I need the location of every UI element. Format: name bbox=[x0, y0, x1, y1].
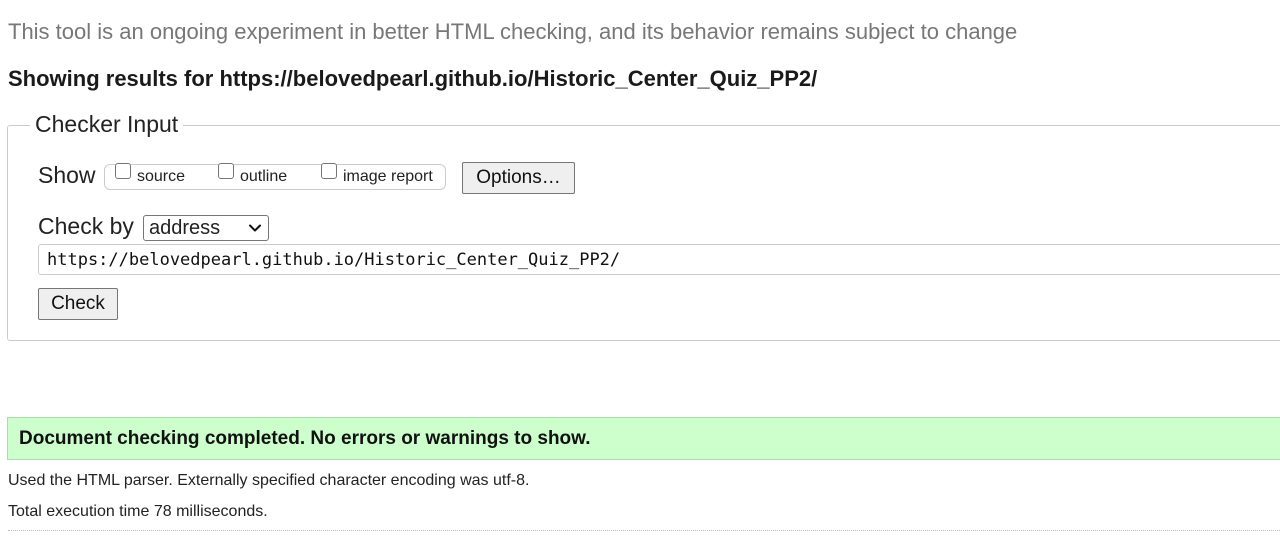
validator-page: This tool is an ongoing experiment in be… bbox=[0, 0, 1280, 560]
check-button[interactable]: Check bbox=[38, 288, 118, 320]
checker-input-legend: Checker Input bbox=[30, 111, 184, 138]
outline-checkbox[interactable] bbox=[218, 163, 234, 179]
source-label: source bbox=[137, 168, 186, 185]
show-image-report-option[interactable]: image report bbox=[321, 163, 433, 185]
check-by-value: address bbox=[149, 216, 221, 239]
image-report-label: image report bbox=[343, 168, 433, 185]
check-by-select[interactable]: address bbox=[143, 215, 269, 241]
show-outline-option[interactable]: outline bbox=[218, 163, 288, 185]
results-url: https://belovedpearl.github.io/Historic_… bbox=[219, 66, 818, 91]
options-button[interactable]: Options… bbox=[462, 162, 575, 194]
outline-label: outline bbox=[240, 168, 288, 185]
show-source-option[interactable]: source bbox=[115, 163, 186, 185]
intro-text: This tool is an ongoing experiment in be… bbox=[8, 19, 1018, 44]
results-prefix: Showing results for bbox=[8, 66, 220, 91]
image-report-checkbox[interactable] bbox=[321, 163, 337, 179]
show-label: Show bbox=[38, 162, 96, 188]
url-input[interactable]: https://belovedpearl.github.io/Historic_… bbox=[38, 244, 1280, 275]
source-checkbox[interactable] bbox=[115, 163, 131, 179]
divider bbox=[8, 530, 1280, 531]
parser-info: Used the HTML parser. Externally specifi… bbox=[8, 472, 530, 489]
execution-time: Total execution time 78 milliseconds. bbox=[8, 503, 268, 520]
results-heading: Showing results for https://belovedpearl… bbox=[8, 66, 817, 92]
chevron-down-icon bbox=[249, 224, 261, 232]
success-message: Document checking completed. No errors o… bbox=[7, 417, 1280, 460]
check-by-label: Check by bbox=[38, 213, 134, 239]
